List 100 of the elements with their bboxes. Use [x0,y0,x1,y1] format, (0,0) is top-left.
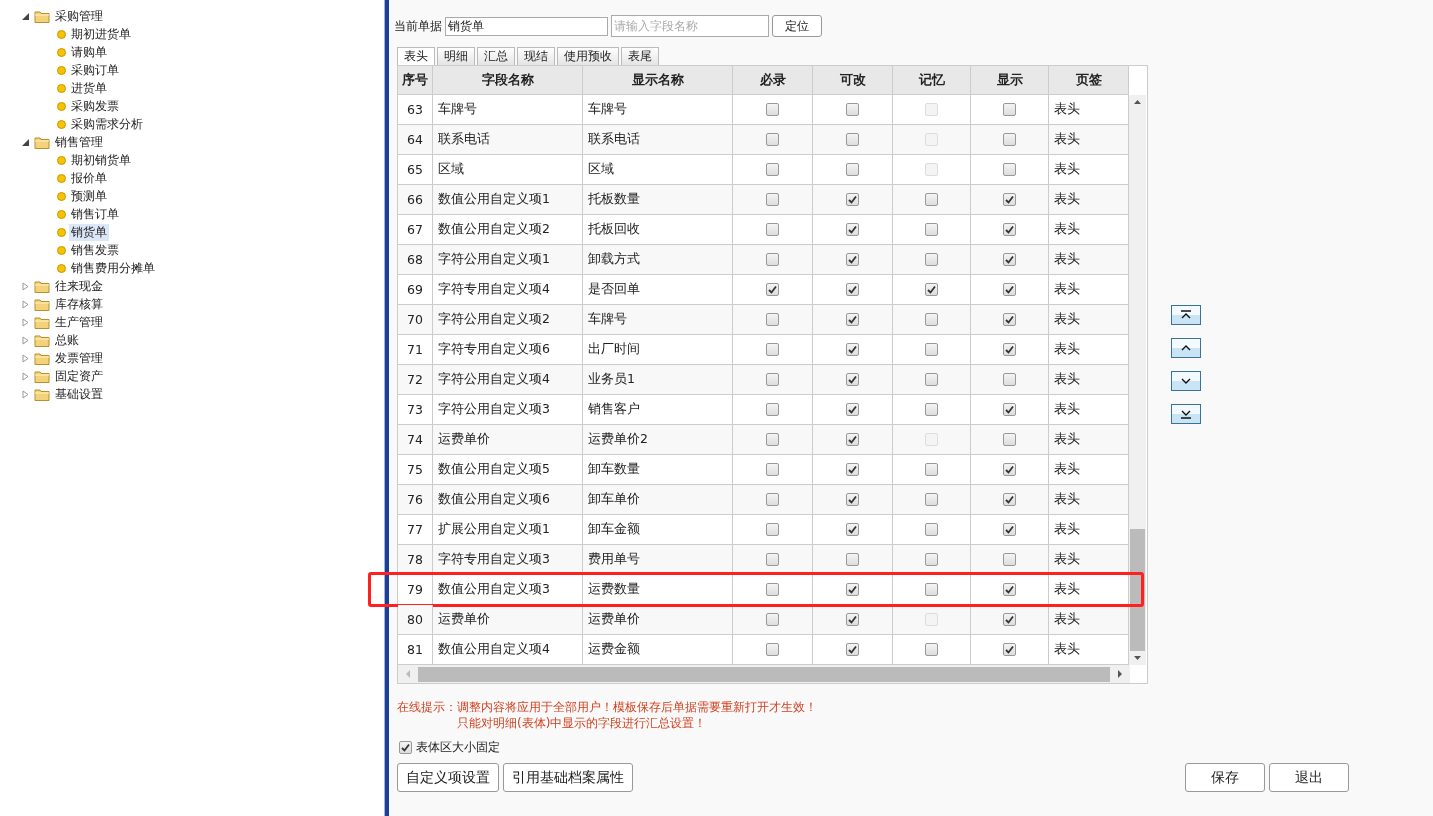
checkbox[interactable] [846,133,859,146]
tree-item[interactable]: 采购管理 [53,7,105,25]
collapse-arrow-icon[interactable] [21,11,30,21]
checkbox[interactable] [1003,613,1016,626]
checkbox[interactable] [846,553,859,566]
expand-arrow-icon[interactable] [21,371,30,381]
action-button[interactable]: 自定义项设置 [397,763,499,792]
checkbox[interactable] [846,643,859,656]
checkbox[interactable] [925,223,938,236]
tree-item[interactable]: 生产管理 [53,313,105,331]
checkbox[interactable] [766,133,779,146]
checkbox[interactable] [766,493,779,506]
checkbox[interactable] [925,343,938,356]
checkbox[interactable] [766,463,779,476]
checkbox[interactable] [766,523,779,536]
checkbox[interactable] [925,493,938,506]
checkbox[interactable] [925,463,938,476]
checkbox[interactable] [399,741,412,754]
checkbox[interactable] [766,283,779,296]
checkbox[interactable] [925,643,938,656]
checkbox[interactable] [925,283,938,296]
tree-item[interactable]: 采购订单 [69,61,121,79]
tree-item[interactable]: 销售发票 [69,241,121,259]
checkbox[interactable] [846,523,859,536]
tab[interactable]: 明细 [437,47,475,65]
action-button[interactable]: 引用基础档案属性 [503,763,633,792]
tree-item[interactable]: 往来现金 [53,277,105,295]
tree-item[interactable]: 进货单 [69,79,109,97]
checkbox[interactable] [846,103,859,116]
checkbox[interactable] [846,223,859,236]
tree-item[interactable]: 销售费用分摊单 [69,259,157,277]
checkbox[interactable] [766,583,779,596]
tab[interactable]: 表头 [397,47,435,65]
checkbox[interactable] [846,373,859,386]
checkbox[interactable] [1003,193,1016,206]
checkbox[interactable] [1003,433,1016,446]
horizontal-scrollbar[interactable] [398,665,1130,683]
checkbox[interactable] [1003,343,1016,356]
tab[interactable]: 使用预收 [557,47,619,65]
checkbox[interactable] [925,373,938,386]
vertical-scrollbar[interactable] [1129,95,1146,665]
search-field[interactable]: 请输入字段名称 [611,15,769,37]
tree-item[interactable]: 报价单 [69,169,109,187]
checkbox[interactable] [846,193,859,206]
tree-item[interactable]: 基础设置 [53,385,105,403]
tree-item[interactable]: 固定资产 [53,367,105,385]
checkbox[interactable] [1003,223,1016,236]
checkbox[interactable] [846,283,859,296]
checkbox[interactable] [1003,493,1016,506]
move-top-button[interactable] [1171,305,1201,325]
checkbox[interactable] [1003,103,1016,116]
checkbox[interactable] [766,613,779,626]
checkbox[interactable] [766,223,779,236]
action-button[interactable]: 退出 [1269,763,1349,792]
expand-arrow-icon[interactable] [21,389,30,399]
checkbox[interactable] [846,433,859,446]
scrollbar-thumb[interactable] [1130,529,1145,651]
checkbox[interactable] [1003,463,1016,476]
checkbox[interactable] [766,433,779,446]
tree-item[interactable]: 销售订单 [69,205,121,223]
checkbox[interactable] [846,463,859,476]
tree-item[interactable]: 期初进货单 [69,25,133,43]
checkbox[interactable] [846,313,859,326]
expand-arrow-icon[interactable] [21,299,30,309]
locate-button[interactable]: 定位 [772,15,822,37]
checkbox[interactable] [1003,373,1016,386]
checkbox[interactable] [925,523,938,536]
tree-item[interactable]: 预测单 [69,187,109,205]
checkbox[interactable] [925,253,938,266]
expand-arrow-icon[interactable] [21,317,30,327]
checkbox[interactable] [925,553,938,566]
checkbox[interactable] [766,553,779,566]
expand-arrow-icon[interactable] [21,353,30,363]
checkbox[interactable] [1003,643,1016,656]
checkbox[interactable] [925,313,938,326]
document-field[interactable]: 销货单 [445,16,608,36]
checkbox[interactable] [766,643,779,656]
checkbox[interactable] [1003,283,1016,296]
checkbox[interactable] [1003,253,1016,266]
checkbox[interactable] [846,403,859,416]
tab[interactable]: 汇总 [477,47,515,65]
checkbox[interactable] [766,373,779,386]
checkbox[interactable] [925,583,938,596]
expand-arrow-icon[interactable] [21,281,30,291]
tree-item[interactable]: 销货单 [69,223,109,241]
move-bottom-button[interactable] [1171,404,1201,424]
checkbox[interactable] [1003,553,1016,566]
tree-item[interactable]: 期初销货单 [69,151,133,169]
tab[interactable]: 现结 [517,47,555,65]
tree-item[interactable]: 发票管理 [53,349,105,367]
checkbox[interactable] [1003,523,1016,536]
checkbox[interactable] [766,103,779,116]
checkbox[interactable] [766,163,779,176]
checkbox[interactable] [846,493,859,506]
checkbox[interactable] [1003,583,1016,596]
checkbox[interactable] [766,313,779,326]
collapse-arrow-icon[interactable] [21,137,30,147]
checkbox[interactable] [1003,313,1016,326]
tree-item[interactable]: 采购需求分析 [69,115,145,133]
move-down-button[interactable] [1171,371,1201,391]
